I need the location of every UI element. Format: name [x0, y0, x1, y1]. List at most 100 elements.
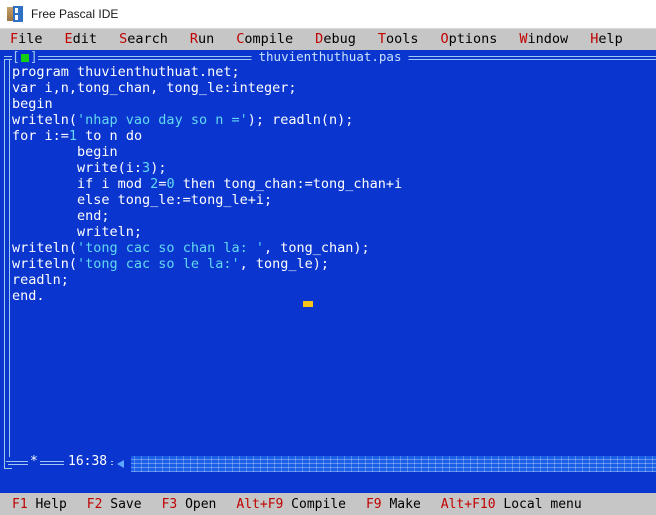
menu-item-label: un [197, 30, 215, 47]
menu-item-search[interactable]: Search [119, 30, 168, 47]
menu-hotkey-letter: S [119, 30, 128, 47]
scroll-left-arrow-icon[interactable] [113, 456, 131, 472]
close-box-icon [20, 54, 29, 62]
horizontal-scrollbar[interactable] [113, 456, 656, 472]
menu-item-run[interactable]: Run [189, 30, 215, 47]
shortcut-key: F9 [365, 496, 382, 512]
shortcut-label: Help [27, 496, 67, 512]
code-line: begin [12, 96, 656, 112]
code-token: end. [12, 288, 45, 304]
shortcut-label: Save [102, 496, 142, 512]
shortcut-label: Open [177, 496, 217, 512]
string-literal: 'tong cac so le la:' [77, 256, 240, 272]
shortcut-label: Compile [283, 496, 346, 512]
shortcut-label: Local menu [495, 496, 582, 512]
menu-item-label: ptions [448, 30, 498, 47]
code-token: writeln; [12, 224, 143, 240]
status-item-help[interactable]: F1 Help [12, 498, 67, 511]
code-line: end; [12, 208, 656, 224]
menu-bar: File Edit Search Run Compile Debug Tools Option… [0, 29, 656, 50]
code-token: to n do [77, 128, 143, 144]
os-title-text: Free Pascal IDE [31, 7, 119, 21]
shortcut-key: F2 [86, 496, 103, 512]
menu-item-label: ompile [244, 30, 294, 47]
code-token: end; [12, 208, 110, 224]
string-literal: 'nhap vao day so n =' [77, 112, 248, 128]
os-title-bar: Free Pascal IDE [0, 0, 656, 29]
code-token: begin [12, 96, 53, 112]
editor-window-left-frame [4, 60, 10, 457]
menu-item-debug[interactable]: Debug [315, 30, 356, 47]
menu-item-window[interactable]: Window [519, 30, 569, 47]
code-token: write(i: [12, 160, 143, 176]
shortcut-key: F3 [161, 496, 178, 512]
menu-item-label: ools [385, 30, 419, 47]
code-token: ); [150, 160, 167, 176]
status-item-compile[interactable]: Alt+F9 Compile [236, 498, 346, 511]
menu-item-file[interactable]: File [10, 30, 43, 47]
code-line: else tong_le:=tong_le+i; [12, 192, 656, 208]
code-token: ); readln(n); [247, 112, 354, 128]
menu-hotkey-letter: R [189, 30, 198, 47]
code-line: begin [12, 144, 656, 160]
menu-item-label: ebug [323, 30, 356, 47]
number-literal: 0 [166, 176, 175, 192]
code-line: end. [12, 288, 656, 304]
number-literal: 1 [68, 128, 78, 144]
code-token: , tong_chan); [263, 240, 370, 256]
shortcut-key: Alt+F9 [236, 496, 284, 512]
code-token: for i:= [12, 128, 69, 144]
menu-item-label: ile [18, 30, 43, 47]
code-line: write(i:3); [12, 160, 656, 176]
menu-item-label: elp [598, 30, 623, 47]
code-token: var i,n,tong_chan, tong_le:integer; [12, 80, 297, 96]
code-line: writeln; [12, 224, 656, 240]
menu-item-label: indow [527, 30, 569, 47]
shortcut-label: Make [381, 496, 421, 512]
code-editor-area[interactable]: program thuvienthuthuat.net; var i,n,tong… [12, 64, 656, 455]
shortcut-key: Alt+F10 [440, 496, 496, 512]
code-token: writeln( [12, 112, 78, 128]
ide-desktop: [] thuvienthuthuat.pas program thuvienth… [0, 50, 656, 493]
code-token: else tong_le:=tong_le+i; [12, 192, 273, 208]
menu-item-label: earch [127, 30, 168, 47]
menu-item-label: dit [72, 30, 98, 47]
menu-item-options[interactable]: Options [440, 30, 498, 47]
shortcut-key: F1 [12, 496, 28, 512]
status-bar: F1 Help F2 Save F3 Open Alt+F9 Compile F9 Ma… [0, 493, 656, 515]
editor-window-top-frame: [] thuvienthuthuat.pas [4, 50, 656, 64]
menu-hotkey-letter: T [377, 30, 386, 47]
menu-item-edit[interactable]: Edit [64, 30, 98, 47]
code-token: program thuvienthuthuat.net; [12, 64, 240, 80]
code-line: for i:=1 to n do [12, 128, 656, 144]
status-item-make[interactable]: F9 Make [366, 498, 421, 511]
code-line: writeln('nhap vao day so n ='); readln(n… [12, 112, 656, 128]
code-token: begin [12, 144, 118, 160]
code-line: readln; [12, 272, 656, 288]
code-line: writeln('tong cac so le la:', tong_le); [12, 256, 656, 272]
menu-hotkey-letter: F [10, 30, 19, 47]
status-item-open[interactable]: F3 Open [162, 498, 217, 511]
editor-window: [] thuvienthuthuat.pas program thuvienth… [0, 50, 656, 493]
code-token: writeln( [12, 256, 78, 272]
code-token: readln; [12, 272, 69, 288]
code-line: var i,n,tong_chan, tong_le:integer; [12, 80, 656, 96]
close-box-button[interactable]: [] [12, 51, 38, 64]
code-line: writeln('tong cac so chan la: ', tong_ch… [12, 240, 656, 256]
status-item-local-menu[interactable]: Alt+F10 Local menu [441, 498, 582, 511]
editor-window-title: thuvienthuthuat.pas [251, 50, 409, 64]
menu-item-help[interactable]: Help [590, 30, 623, 47]
menu-item-tools[interactable]: Tools [377, 30, 419, 47]
string-literal: 'tong cac so chan la: ' [77, 240, 264, 256]
code-line: program thuvienthuthuat.net; [12, 64, 656, 80]
menu-hotkey-letter: O [440, 30, 449, 47]
menu-hotkey-letter: E [64, 30, 73, 47]
menu-item-compile[interactable]: Compile [236, 30, 294, 47]
code-line: if i mod 2=0 then tong_chan:=tong_chan+i [12, 176, 656, 192]
fpc-logo-icon [7, 6, 23, 22]
code-token: if i mod [12, 176, 151, 192]
free-pascal-ide-window: Free Pascal IDE File Edit Search Run Compile… [0, 0, 656, 515]
menu-hotkey-letter: W [519, 30, 528, 47]
status-item-save[interactable]: F2 Save [87, 498, 142, 511]
code-token: , tong_le); [239, 256, 329, 272]
